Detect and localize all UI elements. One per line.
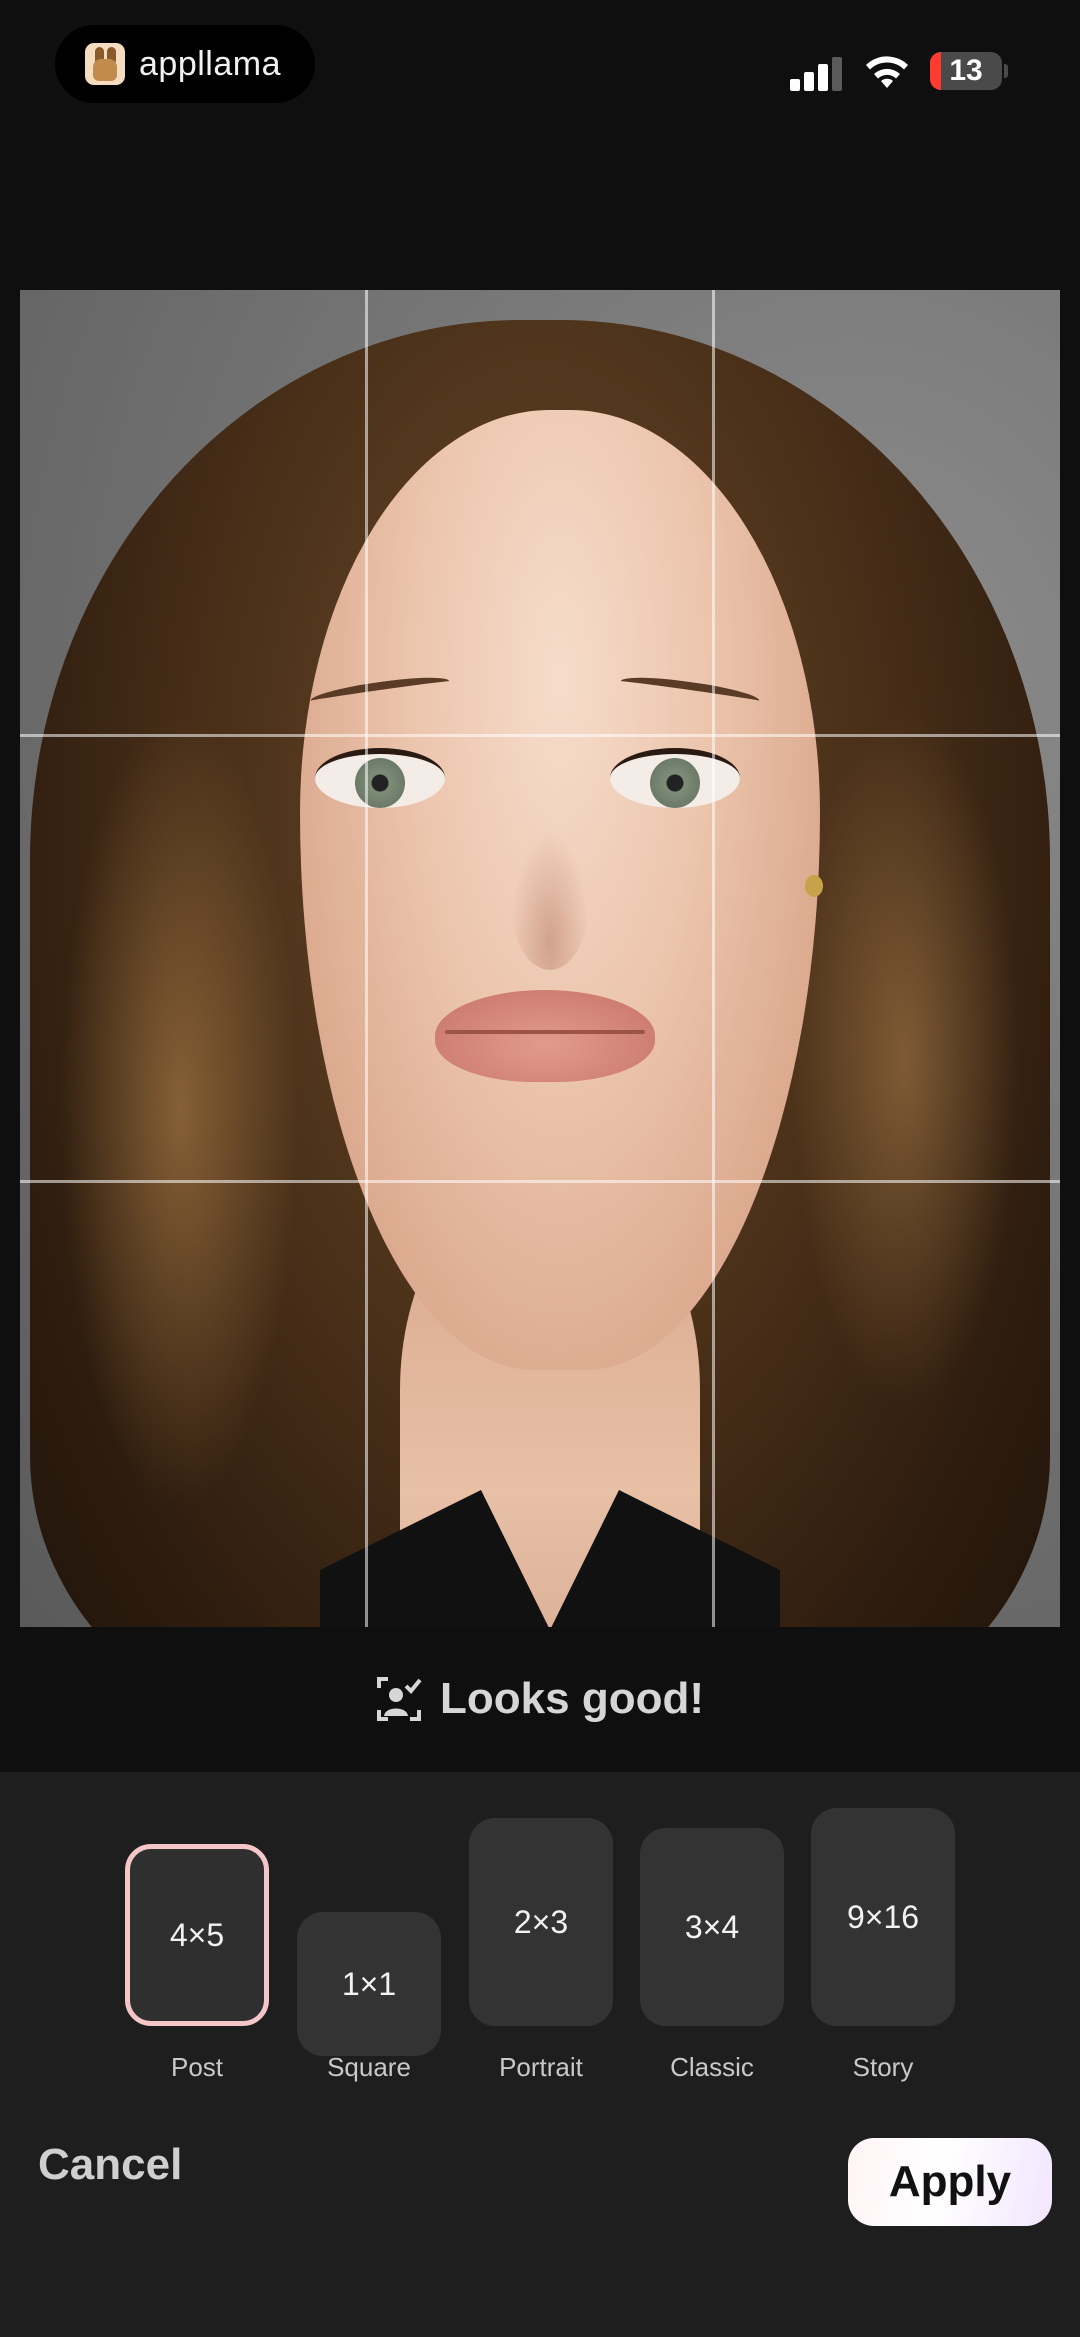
aspect-value: 9×16 xyxy=(846,1898,920,1935)
battery-tip xyxy=(1004,64,1008,78)
crop-grid-line xyxy=(20,734,1060,737)
cellular-signal-icon xyxy=(790,55,844,91)
aspect-value: 2×3 xyxy=(513,1903,569,1940)
llama-logo-icon xyxy=(85,43,125,85)
crop-photo-area[interactable] xyxy=(20,290,1060,1627)
aspect-option-story[interactable]: 9×16 xyxy=(811,1808,955,2026)
aspect-label-post: Post xyxy=(170,2052,224,2082)
aspect-label-story: Story xyxy=(852,2052,914,2082)
crop-grid-line xyxy=(20,1180,1060,1183)
app-indicator-pill[interactable]: appllama xyxy=(55,25,315,103)
app-name: appllama xyxy=(139,44,281,83)
wifi-icon xyxy=(866,56,908,88)
crop-grid-line xyxy=(365,290,368,1627)
portrait-lips xyxy=(435,990,655,1082)
aspect-ratio-selector: 4×5 1×1 2×3 3×4 9×16 Post Square Portrai… xyxy=(0,1772,1080,2092)
face-check-status: Looks good! xyxy=(0,1664,1080,1734)
aspect-box[interactable]: 3×4 xyxy=(640,1828,784,2026)
portrait-eye-right xyxy=(610,748,740,808)
battery-icon: 13 xyxy=(930,52,1002,90)
cancel-button[interactable]: Cancel xyxy=(38,2130,182,2200)
aspect-label-classic: Classic xyxy=(670,2052,754,2082)
aspect-value: 1×1 xyxy=(341,1965,397,2002)
aspect-label-portrait: Portrait xyxy=(499,2052,583,2082)
aspect-option-classic[interactable]: 3×4 xyxy=(640,1828,784,2026)
aspect-option-post[interactable]: 4×5 xyxy=(125,1844,269,2026)
aspect-box[interactable]: 1×1 xyxy=(297,1912,441,2056)
crop-grid-line xyxy=(712,290,715,1627)
bottom-panel: 4×5 1×1 2×3 3×4 9×16 Post Square Portrai… xyxy=(0,1772,1080,2337)
face-check-icon xyxy=(377,1677,422,1721)
crop-screen: appllama 13 Looks good! 4×5 1×1 2×3 3×4 … xyxy=(0,0,1080,2337)
status-bar: appllama 13 xyxy=(0,0,1080,140)
aspect-option-square[interactable]: 1×1 xyxy=(297,1912,441,2056)
aspect-value: 4×5 xyxy=(169,1916,225,1953)
status-message: Looks good! xyxy=(440,1674,704,1723)
portrait-eye-left xyxy=(315,748,445,808)
aspect-label-square: Square xyxy=(327,2052,411,2082)
apply-button[interactable]: Apply xyxy=(848,2138,1052,2226)
aspect-box[interactable]: 4×5 xyxy=(125,1844,269,2026)
aspect-option-portrait[interactable]: 2×3 xyxy=(469,1818,613,2026)
aspect-value: 3×4 xyxy=(684,1908,740,1945)
aspect-box[interactable]: 9×16 xyxy=(811,1808,955,2026)
battery-level: 13 xyxy=(949,54,983,87)
aspect-box[interactable]: 2×3 xyxy=(469,1818,613,2026)
